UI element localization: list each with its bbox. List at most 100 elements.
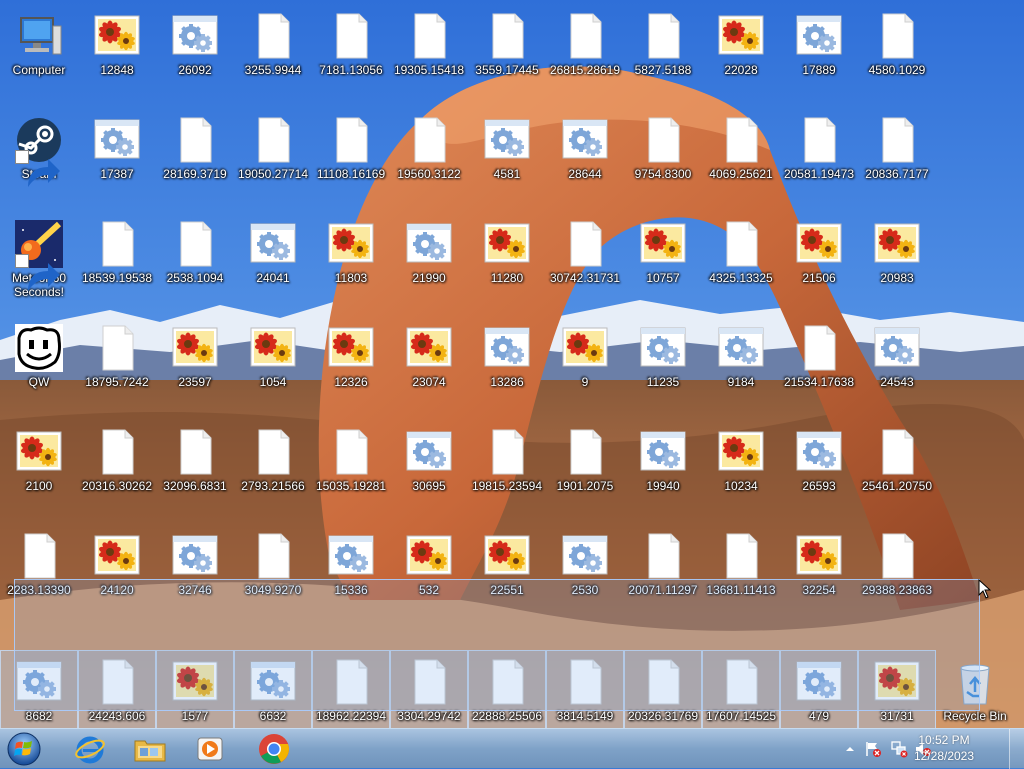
desktop-icon[interactable]: QW bbox=[0, 316, 78, 416]
desktop-icon[interactable]: 10757 bbox=[624, 212, 702, 312]
desktop-icon[interactable]: 9754.8300 bbox=[624, 108, 702, 208]
desktop-icon-label: 532 bbox=[418, 583, 440, 597]
desktop-icon[interactable]: 20071.11297 bbox=[624, 524, 702, 624]
desktop-icon[interactable]: 20316.30262 bbox=[78, 420, 156, 520]
desktop-icon[interactable]: 26092 bbox=[156, 4, 234, 104]
desktop-icon[interactable]: 2538.1094 bbox=[156, 212, 234, 312]
desktop-icon[interactable]: 29388.23863 bbox=[858, 524, 936, 624]
desktop-icon[interactable]: 2283.13390 bbox=[0, 524, 78, 624]
desktop-icon[interactable]: 12326 bbox=[312, 316, 390, 416]
desktop-icon[interactable]: 22028 bbox=[702, 4, 780, 104]
desktop-icon[interactable]: 532 bbox=[390, 524, 468, 624]
desktop-icon[interactable]: 3049.9270 bbox=[234, 524, 312, 624]
desktop-icon[interactable]: 32254 bbox=[780, 524, 858, 624]
settings-file-icon bbox=[249, 658, 297, 706]
desktop-icon[interactable]: 2100 bbox=[0, 420, 78, 520]
settings-file-icon bbox=[795, 12, 843, 60]
desktop-icon[interactable]: 24543 bbox=[858, 316, 936, 416]
desktop-icon[interactable]: 4069.25621 bbox=[702, 108, 780, 208]
taskbar-app-chrome[interactable] bbox=[246, 730, 302, 768]
desktop-icon-label: 15035.19281 bbox=[315, 479, 387, 493]
taskbar-app-internet-explorer[interactable] bbox=[62, 730, 118, 768]
desktop-icon[interactable]: 23597 bbox=[156, 316, 234, 416]
desktop-icon[interactable]: Meteor 60 Seconds! bbox=[0, 212, 78, 312]
desktop-icon-label: 32254 bbox=[802, 583, 836, 597]
mouse-cursor-icon bbox=[978, 579, 992, 599]
desktop-icon[interactable]: 24041 bbox=[234, 212, 312, 312]
desktop-icon[interactable]: 12848 bbox=[78, 4, 156, 104]
desktop-icon[interactable]: 23074 bbox=[390, 316, 468, 416]
desktop-icon[interactable]: 26815.28619 bbox=[546, 4, 624, 104]
file-icon bbox=[171, 116, 219, 164]
desktop-icon[interactable]: 18795.7242 bbox=[78, 316, 156, 416]
desktop-icon[interactable]: 15035.19281 bbox=[312, 420, 390, 520]
settings-file-icon bbox=[639, 324, 687, 372]
desktop-icon[interactable]: 13286 bbox=[468, 316, 546, 416]
desktop-icon[interactable]: 9184 bbox=[702, 316, 780, 416]
system-clock[interactable]: 10:52 PM 12/28/2023 bbox=[904, 732, 984, 764]
desktop-icon[interactable]: 11235 bbox=[624, 316, 702, 416]
desktop-icon[interactable]: 15336 bbox=[312, 524, 390, 624]
desktop-icon[interactable]: 4580.1029 bbox=[858, 4, 936, 104]
desktop-icon[interactable]: 2530 bbox=[546, 524, 624, 624]
show-desktop-button[interactable] bbox=[1009, 729, 1024, 769]
desktop-icon[interactable]: 11803 bbox=[312, 212, 390, 312]
desktop-icon[interactable]: 18539.19538 bbox=[78, 212, 156, 312]
desktop-icon[interactable]: 24120 bbox=[78, 524, 156, 624]
desktop-icon[interactable]: 2793.21566 bbox=[234, 420, 312, 520]
desktop-icon[interactable]: 30695 bbox=[390, 420, 468, 520]
desktop-icon[interactable]: 28644 bbox=[546, 108, 624, 208]
desktop-icon[interactable]: 20836.7177 bbox=[858, 108, 936, 208]
desktop-icon[interactable]: 17889 bbox=[780, 4, 858, 104]
desktop-icon[interactable]: 17387 bbox=[78, 108, 156, 208]
desktop-icon-label: 11235 bbox=[646, 375, 680, 389]
taskbar-app-file-explorer[interactable] bbox=[122, 730, 178, 768]
desktop-icon[interactable]: 19305.15418 bbox=[390, 4, 468, 104]
desktop-icon[interactable]: 25461.20750 bbox=[858, 420, 936, 520]
desktop-icon[interactable]: 20983 bbox=[858, 212, 936, 312]
desktop-icon[interactable]: 5827.5188 bbox=[624, 4, 702, 104]
desktop-icon[interactable]: 19815.23594 bbox=[468, 420, 546, 520]
desktop-icon[interactable]: 26593 bbox=[780, 420, 858, 520]
desktop-icon[interactable]: 3255.9944 bbox=[234, 4, 312, 104]
desktop-icon[interactable]: 22551 bbox=[468, 524, 546, 624]
desktop-icon[interactable]: 21990 bbox=[390, 212, 468, 312]
desktop-icon[interactable]: 28169.3719 bbox=[156, 108, 234, 208]
desktop-icon[interactable]: 3559.17445 bbox=[468, 4, 546, 104]
start-button[interactable] bbox=[4, 730, 44, 768]
file-icon bbox=[795, 324, 843, 372]
desktop-icon[interactable]: 21534.17638 bbox=[780, 316, 858, 416]
desktop-icon[interactable]: 4325.13325 bbox=[702, 212, 780, 312]
file-icon bbox=[639, 12, 687, 60]
show-hidden-icons-button[interactable] bbox=[844, 729, 856, 769]
desktop-icon[interactable]: 19940 bbox=[624, 420, 702, 520]
desktop-icon[interactable]: 1054 bbox=[234, 316, 312, 416]
desktop-icon[interactable]: 32746 bbox=[156, 524, 234, 624]
desktop-icon[interactable]: 4581 bbox=[468, 108, 546, 208]
desktop-icon[interactable]: 7181.13056 bbox=[312, 4, 390, 104]
desktop-icon[interactable]: 9 bbox=[546, 316, 624, 416]
desktop-icon[interactable]: 32096.6831 bbox=[156, 420, 234, 520]
clock-time: 10:52 PM bbox=[918, 733, 970, 747]
image-file-icon bbox=[405, 324, 453, 372]
taskbar-app-media-player[interactable] bbox=[182, 730, 238, 768]
file-icon bbox=[327, 658, 375, 706]
desktop-icon-label: 4580.1029 bbox=[868, 63, 926, 77]
tray-action-center[interactable] bbox=[864, 729, 882, 769]
desktop-icon[interactable]: 10234 bbox=[702, 420, 780, 520]
desktop-icon[interactable]: 11108.16169 bbox=[312, 108, 390, 208]
desktop-icon[interactable]: 30742.31731 bbox=[546, 212, 624, 312]
desktop-icon[interactable]: 1901.2075 bbox=[546, 420, 624, 520]
desktop-icon[interactable]: 20581.19473 bbox=[780, 108, 858, 208]
steam-icon bbox=[15, 116, 63, 187]
desktop-icon[interactable]: Computer bbox=[0, 4, 78, 104]
folder-icon bbox=[134, 740, 166, 762]
desktop-icon-label: Computer bbox=[12, 63, 66, 77]
desktop-icon[interactable]: 19560.3122 bbox=[390, 108, 468, 208]
desktop-icon[interactable]: 11280 bbox=[468, 212, 546, 312]
desktop-icon[interactable]: Steam bbox=[0, 108, 78, 208]
desktop-icon[interactable]: 19050.27714 bbox=[234, 108, 312, 208]
desktop-icon[interactable]: 21506 bbox=[780, 212, 858, 312]
desktop-icon[interactable]: 13681.11413 bbox=[702, 524, 780, 624]
desktop-icon-label: 23074 bbox=[412, 375, 446, 389]
